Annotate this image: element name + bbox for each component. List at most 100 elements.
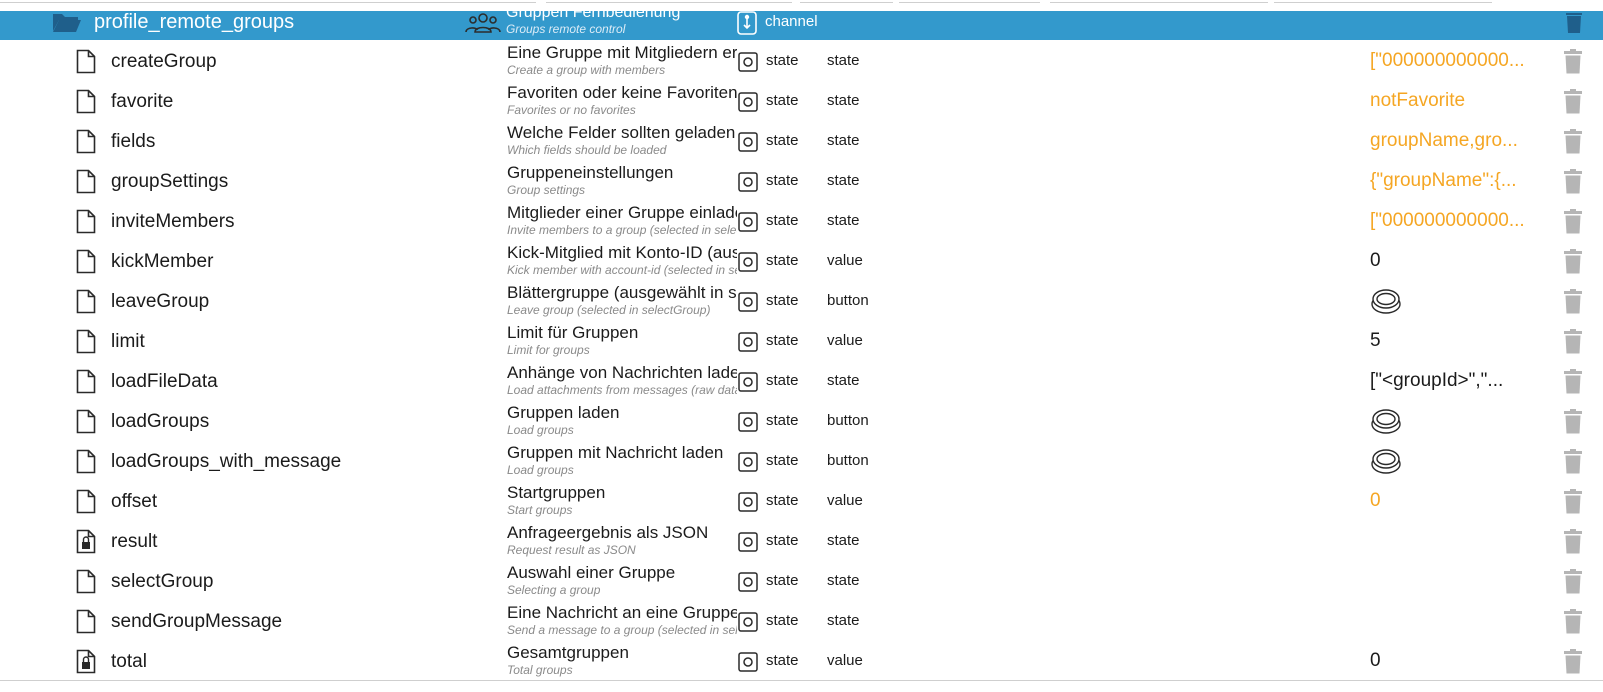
state-description-de: Gruppen laden [507, 403, 620, 422]
state-name: inviteMembers [111, 211, 235, 232]
trash-icon[interactable] [1563, 249, 1583, 274]
trash-icon[interactable] [1563, 169, 1583, 194]
state-row-loadFileData[interactable]: loadFileData Anhänge von Nachrichten lade… [0, 360, 1603, 400]
state-row-kickMember[interactable]: kickMember Kick-Mitglied mit Konto-ID (au… [0, 240, 1603, 280]
push-button-icon[interactable] [1370, 407, 1402, 435]
state-value[interactable]: 5 [1370, 330, 1381, 352]
state-description: Welche Felder sollten geladen werdenWhic… [507, 123, 737, 157]
state-role-label: state [827, 372, 860, 389]
locked-file-icon [76, 649, 96, 674]
push-button-icon[interactable] [1370, 287, 1402, 315]
file-icon [76, 409, 96, 434]
state-role-label: button [827, 452, 869, 469]
state-row-limit[interactable]: limit Limit für Gruppen Limit for groups st… [0, 320, 1603, 360]
state-name: offset [111, 491, 158, 512]
trash-icon[interactable] [1563, 209, 1583, 234]
state-value[interactable]: ["000000000000... [1370, 50, 1525, 72]
push-button-icon[interactable] [1370, 447, 1402, 475]
state-row-sendGroupMessage[interactable]: sendGroupMessage Eine Nachricht an eine G… [0, 600, 1603, 640]
file-icon [76, 49, 96, 74]
state-value[interactable]: {"groupName":{... [1370, 170, 1517, 192]
state-name: total [111, 651, 147, 672]
state-type-label: state [766, 612, 799, 629]
state-name: kickMember [111, 251, 214, 272]
trash-icon[interactable] [1563, 129, 1583, 154]
state-description-de: Eine Nachricht an eine Gruppe senden [507, 603, 737, 622]
trash-icon[interactable] [1563, 89, 1583, 114]
trash-icon[interactable] [1563, 409, 1583, 434]
trash-icon[interactable] [1563, 649, 1583, 674]
state-role-label: state [827, 212, 860, 229]
state-row-leaveGroup[interactable]: leaveGroup Blättergruppe (ausgewählt in s… [0, 280, 1603, 320]
trash-icon[interactable] [1563, 449, 1583, 474]
state-type-icon [738, 252, 758, 272]
state-row-loadGroups_with_message[interactable]: loadGroups_with_message Gruppen mit Nachr… [0, 440, 1603, 480]
state-description-de: Mitglieder einer Gruppe einladen [507, 203, 737, 222]
state-type-icon [738, 372, 758, 392]
state-description: Anfrageergebnis als JSON Request result a… [507, 523, 737, 557]
file-icon [76, 609, 96, 634]
trash-icon[interactable] [1565, 11, 1583, 33]
state-type-label: state [766, 652, 799, 669]
state-value[interactable]: 0 [1370, 490, 1381, 512]
state-role-label: value [827, 252, 863, 269]
state-name: favorite [111, 91, 174, 112]
state-description: Startgruppen Start groups [507, 483, 737, 517]
state-value[interactable]: 0 [1370, 650, 1381, 672]
state-row-result[interactable]: result Anfrageergebnis als JSON Request re… [0, 520, 1603, 560]
state-row-loadGroups[interactable]: loadGroups Gruppen laden Load groups state b… [0, 400, 1603, 440]
state-type-icon [738, 412, 758, 432]
channel-name: profile_remote_groups [94, 11, 295, 33]
state-role-label: state [827, 172, 860, 189]
state-value[interactable]: 0 [1370, 250, 1381, 272]
state-type-icon [738, 572, 758, 592]
file-icon [76, 249, 96, 274]
trash-icon[interactable] [1563, 369, 1583, 394]
state-type-icon [738, 52, 758, 72]
state-role-label: state [827, 92, 860, 109]
state-description-de: Gruppeneinstellungen [507, 163, 674, 182]
state-type-label: state [766, 492, 799, 509]
state-type-icon [738, 92, 758, 112]
state-role-label: button [827, 412, 869, 429]
state-name: loadGroups [111, 411, 210, 432]
file-icon [76, 449, 96, 474]
trash-icon[interactable] [1563, 529, 1583, 554]
state-row-fields[interactable]: fields Welche Felder sollten geladen werd… [0, 120, 1603, 160]
state-row-total[interactable]: total Gesamtgruppen Total groups state value… [0, 640, 1603, 680]
trash-icon[interactable] [1563, 49, 1583, 74]
state-description-de: Startgruppen [507, 483, 606, 502]
folder-open-icon[interactable] [52, 11, 82, 33]
state-type-label: state [766, 172, 799, 189]
state-value[interactable]: ["<groupId>","... [1370, 370, 1503, 392]
state-row-selectGroup[interactable]: selectGroup Auswahl einer Gruppe Selecting… [0, 560, 1603, 600]
state-type-icon [738, 132, 758, 152]
trash-icon[interactable] [1563, 329, 1583, 354]
state-row-inviteMembers[interactable]: inviteMembers Mitglieder einer Gruppe ein… [0, 200, 1603, 240]
state-name: limit [111, 331, 145, 352]
state-description-en: Total groups [507, 663, 573, 677]
state-value[interactable]: groupName,gro... [1370, 130, 1518, 152]
state-value[interactable]: notFavorite [1370, 90, 1465, 112]
state-name: selectGroup [111, 571, 214, 592]
trash-icon[interactable] [1563, 489, 1583, 514]
state-row-groupSettings[interactable]: groupSettings Gruppeneinstellungen Group s… [0, 160, 1603, 200]
state-description-de: Anfrageergebnis als JSON [507, 523, 709, 542]
state-type-label: state [766, 332, 799, 349]
state-role-label: value [827, 652, 863, 669]
column-header-strip [0, 0, 1603, 3]
trash-icon[interactable] [1563, 609, 1583, 634]
state-value[interactable]: ["000000000000... [1370, 210, 1525, 232]
state-row-createGroup[interactable]: createGroup Eine Gruppe mit Mitgliedern e… [0, 40, 1603, 80]
trash-icon[interactable] [1563, 569, 1583, 594]
state-row-offset[interactable]: offset Startgruppen Start groups state value… [0, 480, 1603, 520]
file-icon [76, 89, 96, 114]
state-type-label: state [766, 212, 799, 229]
state-description-de: Gesamtgruppen [507, 643, 629, 662]
channel-row-profile-remote-groups[interactable]: profile_remote_groups Gruppen Fernbedien… [0, 4, 1603, 40]
state-type-icon [738, 492, 758, 512]
trash-icon[interactable] [1563, 289, 1583, 314]
state-type-icon [738, 172, 758, 192]
state-type-label: state [766, 452, 799, 469]
state-row-favorite[interactable]: favorite Favoriten oder keine Favoriten Fa… [0, 80, 1603, 120]
